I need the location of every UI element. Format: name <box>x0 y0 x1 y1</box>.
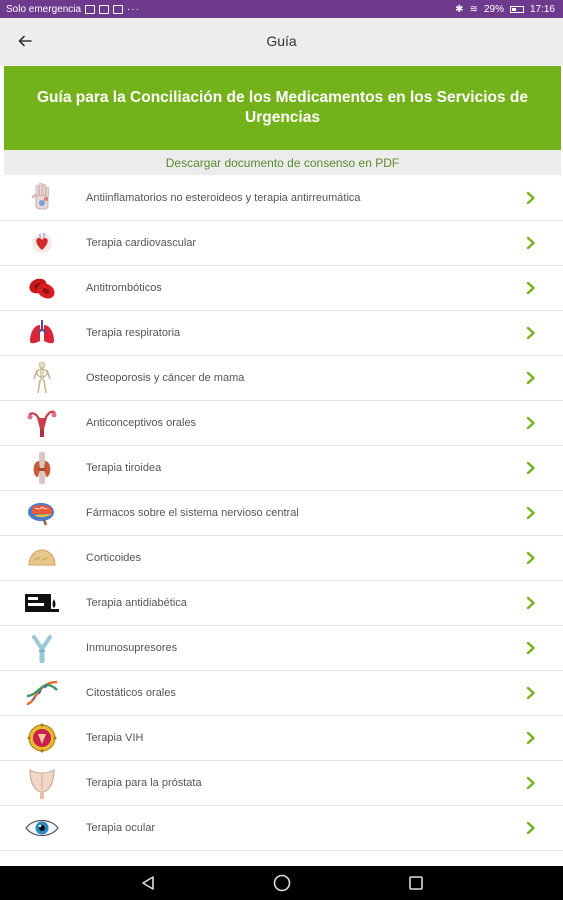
battery-icon <box>509 5 524 13</box>
list-item-label: Antiinflamatorios no esteroideos y terap… <box>86 192 361 204</box>
list-item-label: Terapia VIH <box>86 732 144 744</box>
more-notifications-icon: ··· <box>127 3 141 15</box>
list-item[interactable]: Terapia VIH <box>0 716 563 761</box>
brain-icon <box>22 497 62 529</box>
nav-home-button[interactable] <box>270 871 294 895</box>
eye-icon <box>22 812 62 844</box>
back-button[interactable] <box>12 28 38 54</box>
home-circle-icon <box>273 874 290 892</box>
list-item[interactable]: Antiinflamatorios no esteroideos y terap… <box>0 176 563 221</box>
list-item-label: Corticoides <box>86 552 142 564</box>
guide-title: Guía para la Conciliación de los Medicam… <box>37 89 528 126</box>
chevron-right-icon <box>519 366 543 390</box>
list-item[interactable]: Osteoporosis y cáncer de mama <box>0 356 563 401</box>
list-item-label: Terapia antidiabética <box>86 597 187 609</box>
guide-banner: Guía para la Conciliación de los Medicam… <box>4 66 561 150</box>
nav-recents-button[interactable] <box>404 871 428 895</box>
list-item[interactable]: Terapia ocular <box>0 806 563 851</box>
notification-icon <box>113 4 124 14</box>
list-item[interactable]: Terapia antidiabética <box>0 581 563 626</box>
app-bar: Guía <box>0 18 563 64</box>
list-item-label: Citostáticos orales <box>86 687 176 699</box>
dna-icon <box>22 677 62 709</box>
download-pdf-link[interactable]: Descargar documento de consenso en PDF <box>4 150 561 175</box>
list-item-label: Antitrombóticos <box>86 282 162 294</box>
notification-icon <box>99 4 110 14</box>
chevron-right-icon <box>519 771 543 795</box>
heart-icon <box>22 227 62 259</box>
virus-icon <box>22 722 62 754</box>
blood-cells-icon <box>22 272 62 304</box>
back-triangle-icon <box>141 876 154 890</box>
chevron-right-icon <box>519 591 543 615</box>
list-item[interactable]: Inmunosupresores <box>0 626 563 671</box>
page-title: Guía <box>266 33 297 49</box>
list-item-label: Terapia cardiovascular <box>86 237 197 249</box>
list-item[interactable]: Terapia tiroidea <box>0 446 563 491</box>
list-item[interactable]: Citostáticos orales <box>0 671 563 716</box>
adrenal-gland-icon <box>22 542 62 574</box>
bluetooth-icon: ✱ <box>455 3 464 15</box>
skeleton-icon <box>22 361 62 394</box>
antibody-icon <box>22 632 62 664</box>
hand-icon <box>22 182 62 214</box>
list-item-label: Terapia ocular <box>86 822 156 834</box>
list-item[interactable]: Antitrombóticos <box>0 266 563 311</box>
list-item-label: Osteoporosis y cáncer de mama <box>86 372 245 384</box>
list-item-label: Inmunosupresores <box>86 642 178 654</box>
status-bar: Solo emergencia ··· ✱ ≋ 29% 17:16 <box>0 0 563 18</box>
chevron-right-icon <box>519 231 543 255</box>
nav-back-button[interactable] <box>136 871 160 895</box>
list-item-label: Terapia tiroidea <box>86 462 162 474</box>
list-item[interactable]: Fármacos sobre el sistema nervioso centr… <box>0 491 563 536</box>
topic-list: Antiinflamatorios no esteroideos y terap… <box>0 176 563 851</box>
chevron-right-icon <box>519 186 543 210</box>
chevron-right-icon <box>519 681 543 705</box>
chevron-right-icon <box>519 456 543 480</box>
clock: 17:16 <box>529 3 555 15</box>
list-item-label: Terapia respiratoria <box>86 327 181 339</box>
list-item-label: Terapia para la próstata <box>86 777 202 789</box>
chevron-right-icon <box>519 816 543 840</box>
chevron-right-icon <box>519 546 543 570</box>
prostate-icon <box>22 767 62 799</box>
uterus-icon <box>22 407 62 439</box>
list-item[interactable]: Terapia para la próstata <box>0 761 563 806</box>
arrow-left-icon <box>18 35 32 47</box>
system-navigation-bar <box>0 866 563 900</box>
thyroid-icon <box>22 452 62 484</box>
chevron-right-icon <box>519 636 543 660</box>
notification-icon <box>85 4 96 14</box>
list-item[interactable]: Terapia respiratoria <box>0 311 563 356</box>
chevron-right-icon <box>519 501 543 525</box>
list-item-label: Fármacos sobre el sistema nervioso centr… <box>86 507 299 519</box>
glucose-meter-icon <box>22 587 62 619</box>
carrier-label: Solo emergencia <box>6 3 82 15</box>
wifi-icon: ≋ <box>469 3 478 15</box>
chevron-right-icon <box>519 726 543 750</box>
recents-square-icon <box>408 876 423 890</box>
chevron-right-icon <box>519 321 543 345</box>
chevron-right-icon <box>519 276 543 300</box>
list-item[interactable]: Anticonceptivos orales <box>0 401 563 446</box>
list-item-label: Anticonceptivos orales <box>86 417 197 429</box>
list-item[interactable]: Terapia cardiovascular <box>0 221 563 266</box>
list-item[interactable]: Corticoides <box>0 536 563 581</box>
chevron-right-icon <box>519 411 543 435</box>
lungs-icon <box>22 317 62 349</box>
battery-label: 29% <box>483 3 504 15</box>
